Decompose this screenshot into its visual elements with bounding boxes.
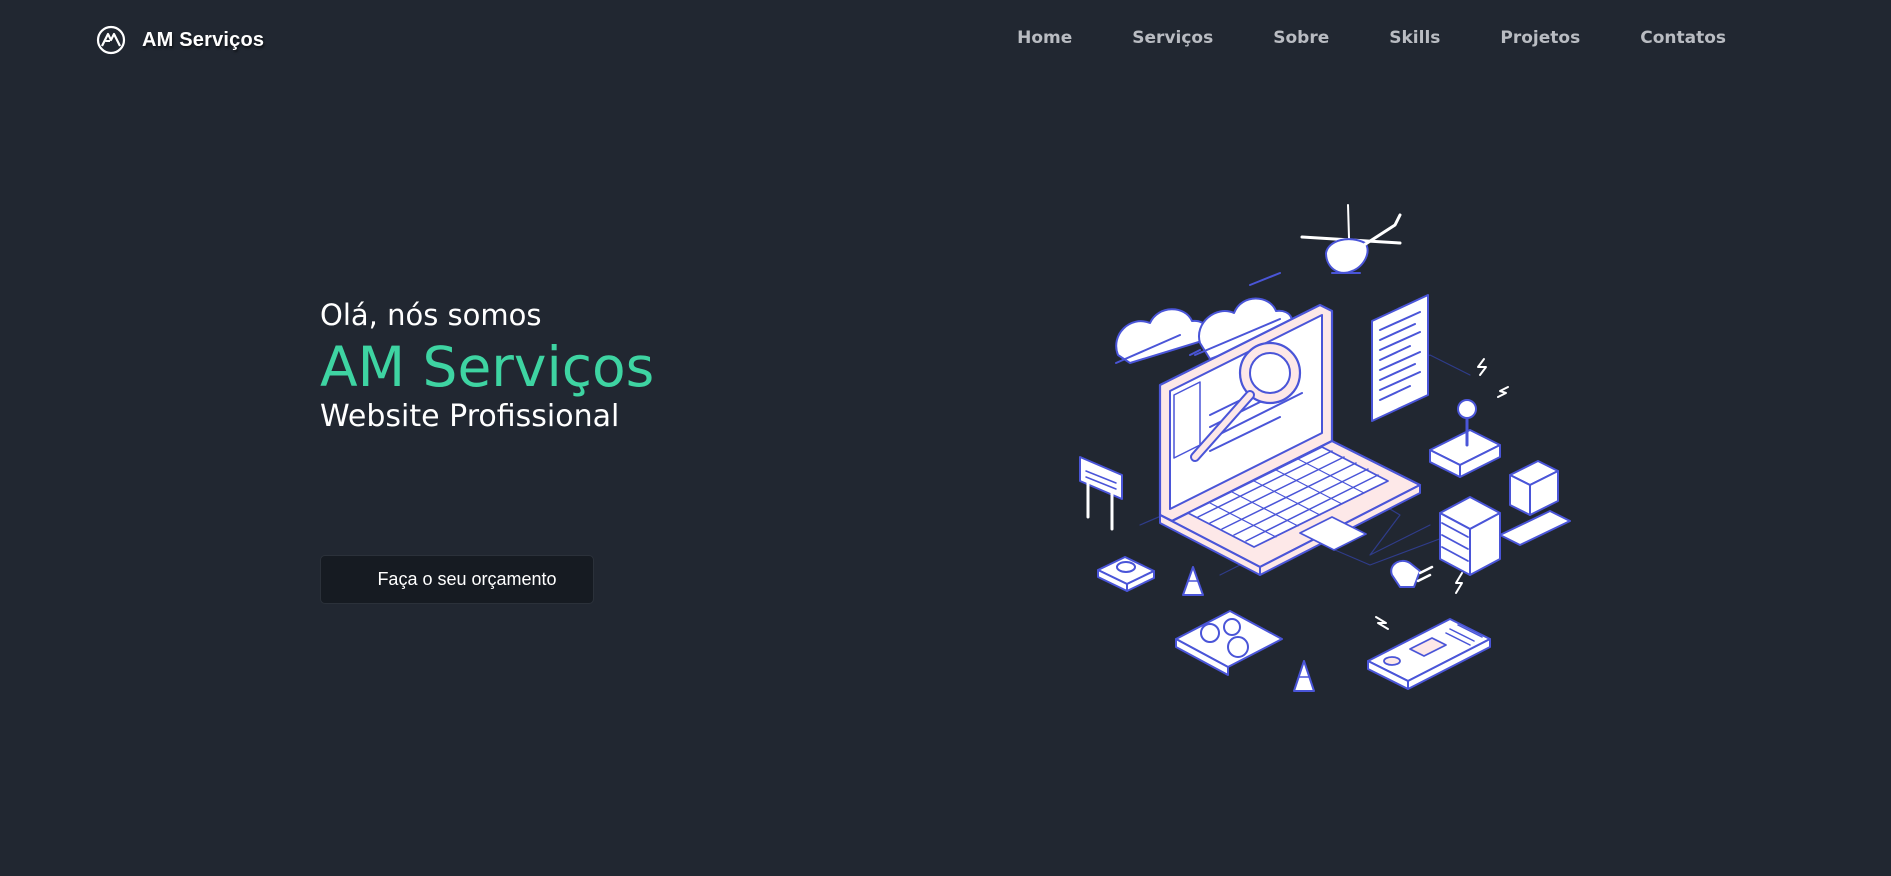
illustration-svg: [1079, 204, 1571, 692]
traffic-cone-icon: [1182, 566, 1204, 596]
cloud-icon: [1115, 308, 1209, 364]
control-panel-icon: [1367, 618, 1491, 690]
document-icon: [1371, 294, 1429, 422]
site-header: AM Serviços Home Serviços Sobre Skills P…: [0, 0, 1891, 82]
joystick-icon: [1429, 358, 1509, 478]
nav-servicos[interactable]: Serviços: [1132, 28, 1213, 48]
isometric-laptop-illustration: [1070, 195, 1590, 705]
hero-subtitle: Website Profissional: [320, 399, 620, 434]
am-logo-icon: [96, 25, 126, 55]
button-icon: [1097, 556, 1155, 592]
main-nav: Home Serviços Sobre Skills Projetos Cont…: [1017, 28, 1726, 48]
nav-projetos[interactable]: Projetos: [1500, 28, 1580, 48]
server-icon: [1439, 460, 1571, 576]
signboard-icon: [1079, 456, 1123, 531]
gears-icon: [1175, 610, 1283, 676]
helicopter-icon: [1300, 204, 1402, 274]
nav-home[interactable]: Home: [1017, 28, 1072, 48]
traffic-cone-icon: [1293, 660, 1315, 692]
quote-button[interactable]: Faça o seu orçamento: [320, 555, 594, 604]
hero-text: Olá, nós somos AM Serviços Website Profi…: [320, 295, 654, 437]
brand[interactable]: AM Serviços: [96, 25, 264, 55]
nav-skills[interactable]: Skills: [1389, 28, 1440, 48]
nav-contatos[interactable]: Contatos: [1640, 28, 1726, 48]
page: AM Serviços Home Serviços Sobre Skills P…: [0, 0, 1891, 876]
hero-greeting: Olá, nós somos: [320, 298, 542, 332]
nav-sobre[interactable]: Sobre: [1273, 28, 1329, 48]
hero-company-name: AM Serviços: [320, 335, 655, 399]
brand-name: AM Serviços: [142, 28, 265, 51]
